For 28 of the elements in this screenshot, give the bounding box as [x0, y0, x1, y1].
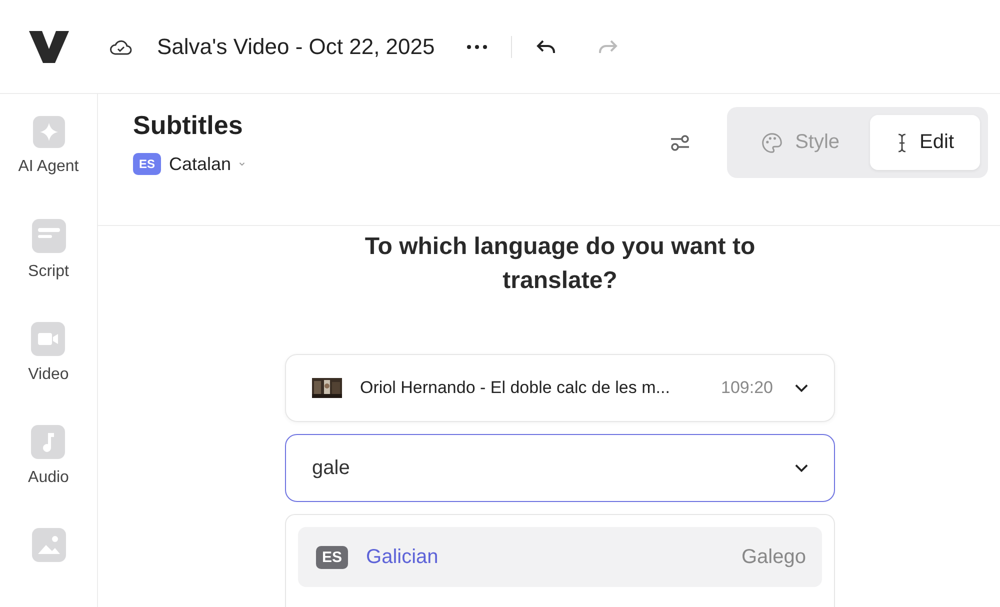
language-badge: ES [133, 153, 162, 175]
chevron-down-icon[interactable] [795, 384, 808, 392]
search-input[interactable]: gale [312, 456, 795, 480]
logo-icon[interactable] [29, 30, 69, 62]
language-search-field[interactable]: gale [285, 434, 835, 502]
source-video-selector[interactable]: Oriol Hernando - El doble calc de les m... 109:20 [285, 354, 835, 422]
video-title: Oriol Hernando - El doble calc de les m... [360, 378, 671, 398]
language-name: Galician [366, 546, 440, 568]
more-icon[interactable] [466, 44, 487, 48]
undo-icon[interactable] [536, 38, 556, 54]
language-badge: ES [316, 546, 348, 568]
cloud-check-icon [109, 38, 133, 56]
language-selector[interactable]: Catalan [169, 154, 232, 174]
mode-tab[interactable]: Edit [870, 115, 980, 170]
sidebar-label[interactable]: AI Agent [18, 158, 79, 176]
sidebar-label[interactable]: Video [28, 366, 69, 384]
sidebar-label[interactable]: Audio [28, 469, 69, 487]
language-option[interactable]: ES Galician Galego [298, 527, 822, 587]
video-duration: 109:20 [721, 378, 773, 398]
native-name: Galego [742, 546, 806, 568]
sidebar-label[interactable]: Script [28, 263, 69, 281]
project-title[interactable]: Salva's Video - Oct 22, 2025 [157, 34, 435, 60]
sliders-icon[interactable] [669, 134, 692, 152]
panel-title: Subtitles [133, 110, 244, 141]
question-heading: To which language do you want to translate? [364, 232, 756, 296]
chevron-down-icon[interactable] [795, 464, 808, 472]
text-cursor-icon [896, 132, 908, 154]
palette-icon [761, 132, 784, 154]
